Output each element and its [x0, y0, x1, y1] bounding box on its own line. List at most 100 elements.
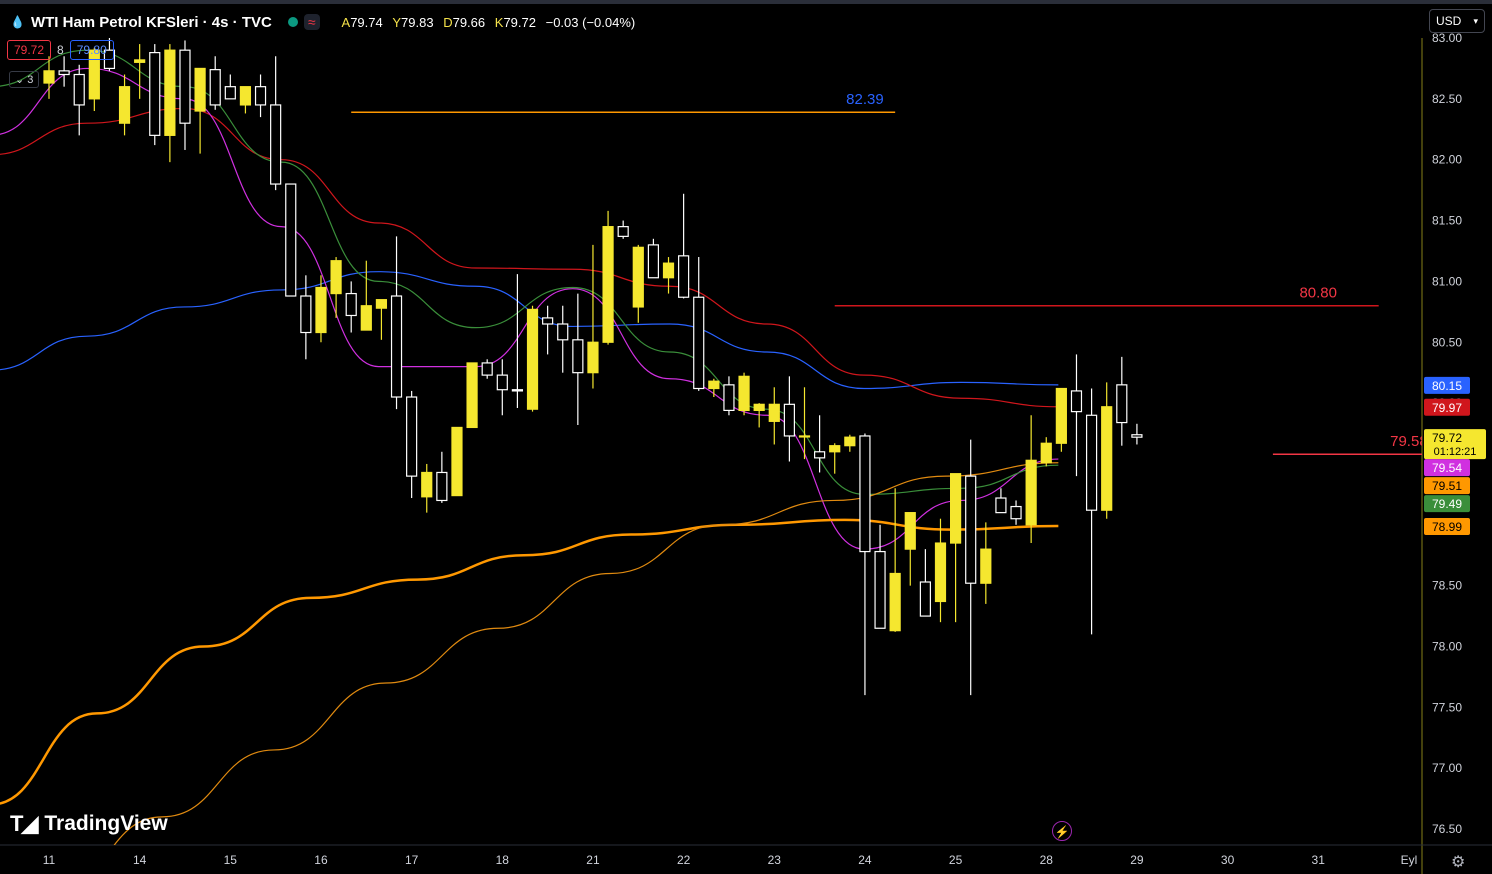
indicator-count: 3 — [27, 74, 34, 86]
x-tick-label: 21 — [586, 853, 600, 867]
candle-body — [511, 389, 524, 392]
candle-body — [406, 396, 418, 477]
x-tick-label: 24 — [858, 853, 872, 867]
x-tick-label: 14 — [133, 853, 147, 867]
candle-body — [844, 436, 856, 447]
candle-body — [949, 473, 962, 544]
price-label: 79.72 — [1432, 431, 1462, 445]
y-tick-label: 78.00 — [1432, 640, 1462, 654]
oil-drop-icon: 💧 — [10, 15, 25, 29]
candle-body — [587, 341, 599, 374]
ema-line — [0, 518, 1059, 805]
candle-body — [753, 403, 765, 412]
x-tick-label: 16 — [314, 853, 328, 867]
price-label: 79.49 — [1432, 497, 1462, 511]
currency-value: USD — [1436, 14, 1462, 28]
candle-body — [617, 226, 629, 237]
candle-body — [1116, 384, 1128, 424]
candle-body — [43, 70, 55, 84]
price-label: 78.99 — [1432, 520, 1462, 534]
indicators-toggle[interactable]: ⌄ 3 — [9, 71, 40, 88]
candle-body — [768, 403, 780, 422]
x-tick-label: 23 — [768, 853, 782, 867]
candle-body — [1025, 459, 1037, 526]
candle-body — [496, 374, 508, 391]
x-tick-label: Eyl — [1401, 853, 1418, 867]
candle-body — [572, 339, 584, 374]
x-tick-label: 18 — [496, 853, 510, 867]
currency-select[interactable]: USD ▾ — [1429, 9, 1485, 33]
ohlc-low: 79.66 — [452, 14, 486, 30]
candle-body — [708, 380, 720, 390]
candle-body — [179, 49, 191, 124]
candle-body — [1010, 505, 1022, 520]
gear-icon[interactable]: ⚙ — [1451, 852, 1465, 872]
symbol-header[interactable]: 💧 WTI Ham Petrol KFSleri · 4s · TVC ≈ A 7… — [10, 12, 635, 32]
candle-body — [224, 86, 236, 100]
x-tick-label: 17 — [405, 853, 419, 867]
bid-ask-box: 79.72 8 79.80 — [7, 40, 114, 60]
price-chart[interactable]: 83.0082.5082.0081.5081.0080.5080.0079.50… — [0, 0, 1492, 874]
x-tick-label: 28 — [1040, 853, 1054, 867]
symbol-title[interactable]: WTI Ham Petrol KFSleri · 4s · TVC — [31, 14, 272, 31]
candle-body — [995, 497, 1007, 514]
candle-body — [345, 292, 357, 317]
candle-body — [1085, 414, 1098, 511]
price-label: 80.15 — [1432, 379, 1462, 393]
y-tick-label: 80.50 — [1432, 335, 1462, 349]
y-tick-label: 83.00 — [1432, 31, 1462, 45]
y-tick-label: 77.50 — [1432, 700, 1462, 714]
candle-body — [194, 67, 206, 112]
level-label: 82.39 — [846, 91, 884, 108]
candle-body — [980, 548, 992, 584]
candle-body — [360, 305, 372, 331]
x-tick-label: 31 — [1312, 853, 1326, 867]
candle-body — [421, 471, 433, 498]
y-tick-label: 78.50 — [1432, 579, 1462, 593]
candle-body — [829, 445, 841, 453]
candle-body — [164, 49, 176, 136]
y-tick-label: 82.50 — [1432, 92, 1462, 106]
candle-body — [239, 86, 252, 106]
candle-body — [375, 299, 388, 309]
candle-body — [632, 246, 644, 308]
ema-line — [0, 67, 1059, 550]
candle-body — [209, 69, 221, 106]
candle-body — [1131, 434, 1143, 438]
chevron-down-icon: ▾ — [1473, 15, 1478, 26]
ohlc-open-label: A — [341, 14, 351, 30]
candle-body — [526, 308, 539, 410]
candle-body — [73, 73, 85, 106]
candle-body — [149, 52, 161, 136]
candle-body — [1070, 390, 1083, 413]
candle-body — [1040, 442, 1052, 464]
candle-body — [315, 286, 327, 334]
ohlc-change: −0.03 (−0.04%) — [545, 14, 636, 30]
candle-body — [390, 295, 403, 398]
y-tick-label: 77.00 — [1432, 761, 1462, 775]
spread-value: 8 — [57, 43, 64, 57]
chevron-down-icon: ⌄ — [15, 74, 25, 86]
candle-body — [270, 104, 282, 185]
bid-button[interactable]: 79.72 — [7, 40, 52, 60]
candle-body — [300, 295, 312, 334]
candle-body — [678, 255, 690, 298]
candle-body — [662, 262, 675, 279]
candle-body — [693, 296, 705, 390]
price-label: 79.54 — [1432, 461, 1462, 475]
candle-body — [330, 260, 342, 295]
plot-area: 82.3980.8079.58 — [0, 38, 1422, 845]
ohlc-low-label: D — [443, 14, 453, 30]
logo-text: TradingView — [44, 812, 168, 835]
market-open-dot-icon — [287, 17, 298, 27]
candle-body — [436, 471, 448, 502]
price-countdown: 01:12:21 — [1434, 446, 1477, 458]
tradingview-logo[interactable]: T◢ TradingView — [10, 811, 168, 837]
candle-body — [557, 323, 569, 341]
candle-body — [965, 475, 977, 584]
ask-button[interactable]: 79.80 — [69, 40, 114, 60]
tradingview-mark-icon: T◢ — [10, 811, 38, 836]
lightning-icon[interactable]: ⚡ — [1052, 821, 1072, 841]
candle-body — [647, 244, 660, 279]
market-status-wave-icon: ≈ — [303, 14, 320, 30]
